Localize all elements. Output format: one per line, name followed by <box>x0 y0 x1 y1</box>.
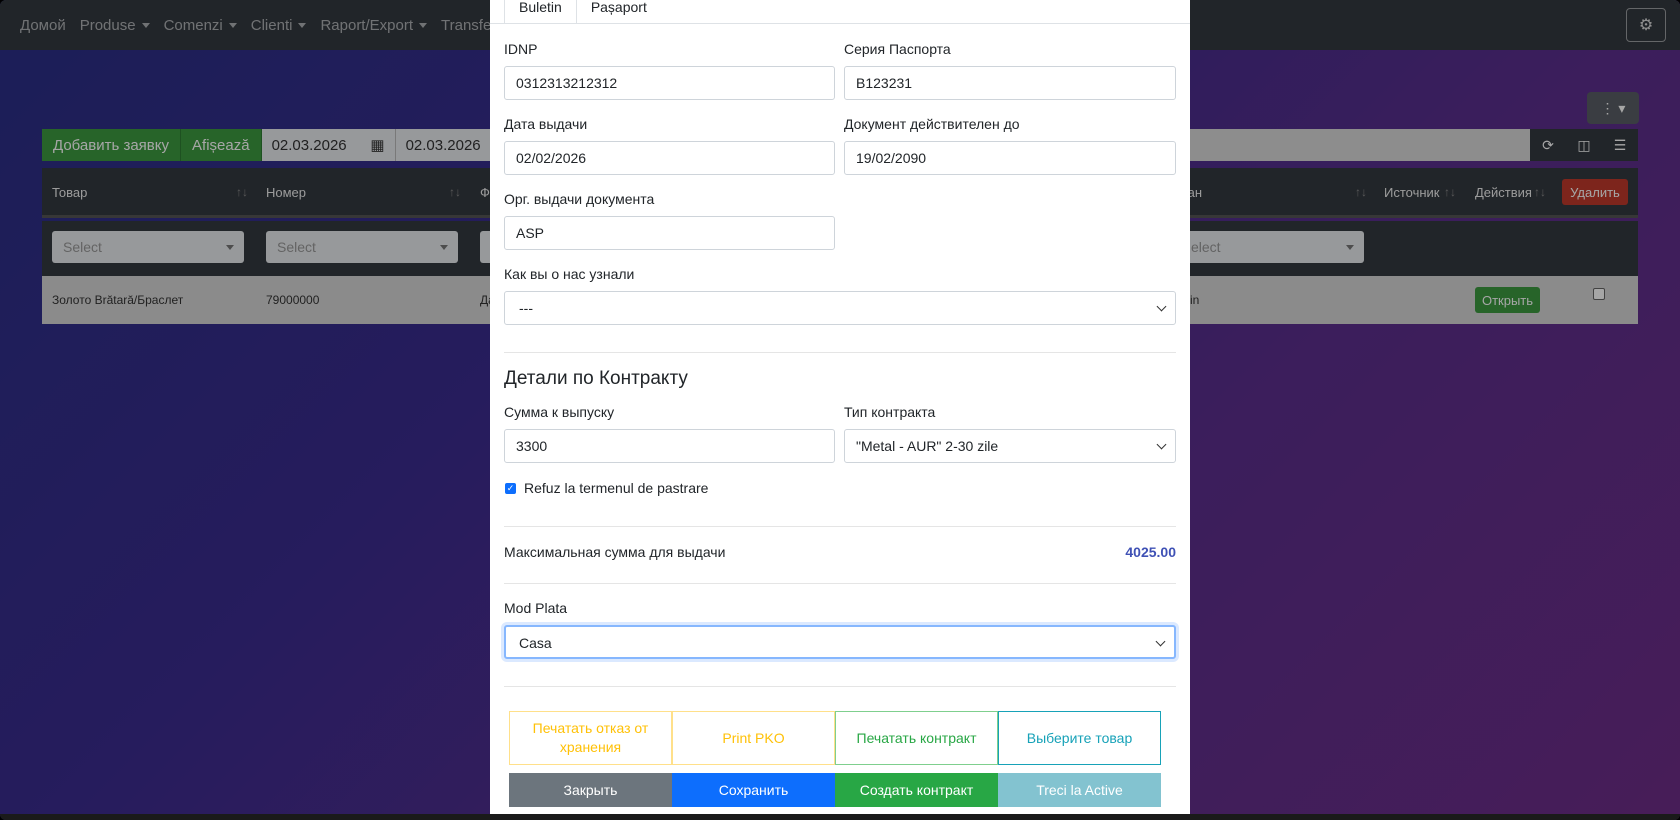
select-product-label: Выберите товар <box>1026 729 1133 746</box>
series-value: B123231 <box>856 75 913 91</box>
create-contract-button[interactable]: Создать контракт <box>835 773 998 807</box>
divider <box>504 352 1176 353</box>
print-refusal-label: Печатать отказ от хранения <box>532 720 649 755</box>
select-product-button[interactable]: Выберите товар <box>998 711 1161 765</box>
create-contract-label: Создать контракт <box>859 782 974 798</box>
source-value: --- <box>519 300 533 316</box>
tab-divider <box>490 23 1190 24</box>
chevron-down-icon <box>1155 636 1166 647</box>
max-amount-value: 4025.00 <box>1125 544 1176 560</box>
issuer-label: Орг. выдачи документа <box>504 191 655 207</box>
pay-mode-select[interactable]: Casa <box>504 625 1176 659</box>
contract-type-value: "Metal - AUR" 2-30 zile <box>856 438 999 454</box>
refuz-checkbox[interactable]: ✓ <box>505 483 516 494</box>
amount-label: Сумма к выпуску <box>504 404 615 420</box>
series-label: Серия Паспорта <box>844 41 951 57</box>
valid-until-label: Документ действителен до <box>844 116 1020 132</box>
issue-date-field[interactable]: 02/02/2026 <box>504 141 835 175</box>
print-contract-button[interactable]: Печатать контракт <box>835 711 998 765</box>
document-tabs: Buletin Pașaport <box>504 0 661 24</box>
amount-value: 3300 <box>516 438 548 454</box>
contract-type-select[interactable]: "Metal - AUR" 2-30 zile <box>844 429 1176 463</box>
print-contract-label: Печатать контракт <box>856 729 977 746</box>
refuz-label[interactable]: Refuz la termenul de pastrare <box>524 480 708 496</box>
app-screen: Домой Produse Comenzi Clienti Raport/Exp… <box>0 0 1680 820</box>
pay-mode-value: Casa <box>519 635 552 651</box>
print-pko-label: Print PKO <box>722 729 785 746</box>
amount-field[interactable]: 3300 <box>504 429 835 463</box>
divider <box>504 686 1176 687</box>
chevron-down-icon <box>1156 301 1167 312</box>
tab-pasaport[interactable]: Pașaport <box>577 0 661 24</box>
passport-series-field[interactable]: B123231 <box>844 66 1176 100</box>
issuer-field[interactable]: ASP <box>504 216 835 250</box>
tab-buletin-label: Buletin <box>519 0 562 15</box>
contract-section-title: Детали по Контракту <box>504 368 688 389</box>
divider <box>504 526 1176 527</box>
go-to-active-button[interactable]: Treci la Active <box>998 773 1161 807</box>
chevron-down-icon <box>1156 439 1167 450</box>
source-label: Как вы о нас узнали <box>504 266 635 282</box>
source-select[interactable]: --- <box>504 291 1176 325</box>
issue-date-label: Дата выдачи <box>504 116 588 132</box>
idnp-field[interactable]: 0312313212312 <box>504 66 835 100</box>
close-button[interactable]: Закрыть <box>509 773 672 807</box>
save-button[interactable]: Сохранить <box>672 773 835 807</box>
divider <box>504 583 1176 584</box>
issuer-value: ASP <box>516 225 545 241</box>
issue-date-value: 02/02/2026 <box>516 150 587 166</box>
contract-type-label: Тип контракта <box>844 404 936 420</box>
print-refusal-button[interactable]: Печатать отказ от хранения <box>509 711 672 765</box>
idnp-label: IDNP <box>504 41 538 57</box>
client-modal: Buletin Pașaport IDNP 0312313212312 Сери… <box>490 0 1190 816</box>
max-amount-label: Максимальная сумма для выдачи <box>504 544 726 560</box>
bottom-edge <box>0 814 1680 820</box>
tab-buletin[interactable]: Buletin <box>504 0 577 24</box>
idnp-value: 0312313212312 <box>516 75 618 91</box>
valid-until-value: 19/02/2090 <box>856 150 927 166</box>
tab-pasaport-label: Pașaport <box>590 0 647 15</box>
pay-mode-label: Mod Plata <box>504 600 568 616</box>
valid-until-field[interactable]: 19/02/2090 <box>844 141 1176 175</box>
save-label: Сохранить <box>718 782 789 798</box>
go-to-active-label: Treci la Active <box>1036 782 1123 798</box>
print-pko-button[interactable]: Print PKO <box>672 711 835 765</box>
close-label: Закрыть <box>563 782 618 798</box>
